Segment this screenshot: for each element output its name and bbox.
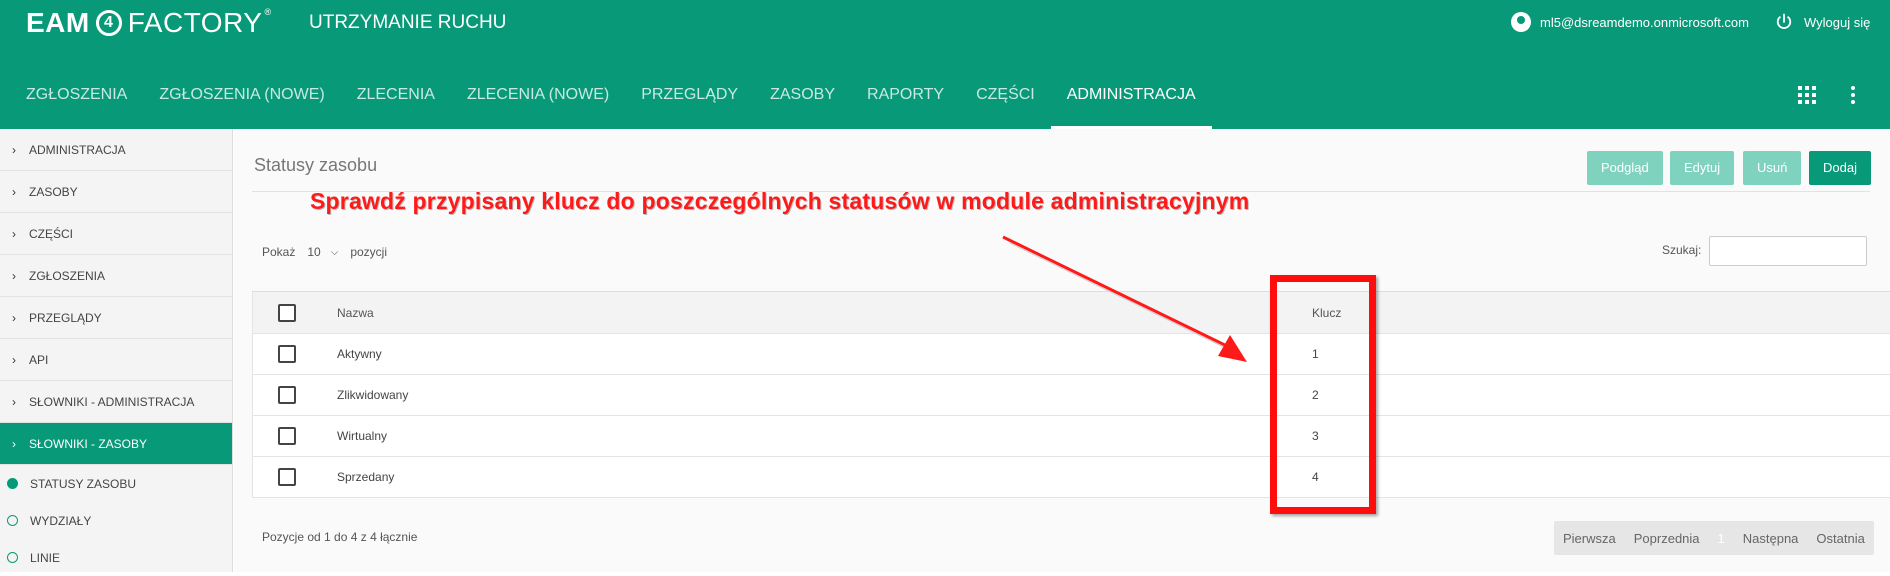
chevron-right-icon: › [12, 310, 16, 325]
main-nav: ZGŁOSZENIA ZGŁOSZENIA (NOWE) ZLECENIA ZL… [0, 72, 1212, 129]
sidebar-item-label: CZĘŚCI [29, 226, 74, 241]
power-icon [1776, 13, 1792, 29]
chevron-right-icon: › [12, 436, 16, 451]
column-header-name[interactable]: Nazwa [337, 306, 374, 320]
logout-button[interactable]: Wyloguj się [1774, 12, 1870, 32]
sidebar-subitem-wydzialy[interactable]: WYDZIAŁY [0, 502, 232, 539]
table-info: Pozycje od 1 do 4 z 4 łącznie [262, 530, 418, 544]
pager-current[interactable]: 1 [1709, 531, 1734, 546]
cell-name: Zlikwidowany [337, 388, 409, 402]
status-table: Nazwa Klucz Aktywny 1 Zlikwidowany 2 Wir… [252, 291, 1890, 498]
table-row[interactable]: Aktywny 1 [252, 334, 1890, 375]
module-title: UTRZYMANIE RUCHU [309, 12, 507, 33]
sidebar-item-label: ZGŁOSZENIA [29, 268, 106, 283]
row-checkbox[interactable] [278, 468, 296, 486]
chevron-right-icon: › [12, 352, 16, 367]
sidebar: › ADMINISTRACJA › ZASOBY › CZĘŚCI › ZGŁO… [0, 129, 233, 572]
sidebar-item-label: PRZEGLĄDY [29, 310, 102, 325]
nav-item-zgloszenia-nowe[interactable]: ZGŁOSZENIA (NOWE) [143, 72, 340, 129]
more-vert-icon[interactable] [1851, 86, 1855, 104]
logo-text-eam: EAM [26, 7, 90, 38]
table-row[interactable]: Wirtualny 3 [252, 416, 1890, 457]
inactive-dot-icon [7, 515, 18, 526]
top-bar: EAM 4 FACTORY ® UTRZYMANIE RUCHU ml5@dsr… [0, 0, 1890, 129]
nav-item-administracja[interactable]: ADMINISTRACJA [1050, 72, 1212, 129]
pagination: Pierwsza Poprzednia 1 Następna Ostatnia [1554, 521, 1874, 555]
user-email: ml5@dsreamdemo.onmicrosoft.com [1540, 14, 1749, 30]
sidebar-subitem-statusy-zasobu[interactable]: STATUSY ZASOBU [0, 465, 232, 502]
page-length-select[interactable]: 10 ⌵ [307, 245, 338, 259]
page-title: Statusy zasobu [254, 155, 378, 175]
user-account[interactable]: ml5@dsreamdemo.onmicrosoft.com [1511, 12, 1749, 32]
pager-next[interactable]: Następna [1734, 531, 1808, 546]
nav-item-czesci[interactable]: CZĘŚCI [960, 72, 1051, 129]
sidebar-item-api[interactable]: › API [0, 339, 232, 381]
add-button[interactable]: Dodaj [1809, 151, 1871, 185]
sidebar-item-slowniki-administracja[interactable]: › SŁOWNIKI - ADMINISTRACJA [0, 381, 232, 423]
chevron-down-icon: ⌵ [330, 246, 339, 258]
table-header-row: Nazwa Klucz [252, 292, 1890, 334]
select-all-checkbox[interactable] [278, 303, 296, 322]
sidebar-subitem-linie[interactable]: LINIE [0, 539, 232, 576]
page-length-control: Pokaż 10 ⌵ pozycji [262, 245, 387, 259]
sidebar-subitem-label: LINIE [30, 550, 61, 565]
nav-item-raporty[interactable]: RAPORTY [851, 72, 960, 129]
page-length-value: 10 [307, 245, 321, 259]
cell-name: Sprzedany [337, 470, 395, 484]
annotation-text: Sprawdź przypisany klucz do poszczególny… [310, 188, 1250, 214]
show-label: Pokaż [262, 245, 296, 259]
sidebar-item-label: ZASOBY [29, 184, 78, 199]
logo-text-factory: FACTORY [127, 7, 263, 38]
sidebar-subitem-label: STATUSY ZASOBU [30, 476, 137, 491]
cell-name: Wirtualny [337, 429, 388, 443]
sidebar-item-zgloszenia[interactable]: › ZGŁOSZENIA [0, 255, 232, 297]
row-checkbox[interactable] [278, 345, 296, 363]
inactive-dot-icon [7, 552, 18, 563]
logo-registered-mark: ® [264, 7, 272, 17]
account-circle-icon [1511, 12, 1531, 32]
sidebar-item-slowniki-zasoby[interactable]: › SŁOWNIKI - ZASOBY [0, 423, 232, 465]
annotation-highlight-box [1270, 275, 1376, 514]
chevron-right-icon: › [12, 268, 16, 283]
cell-name: Aktywny [337, 347, 382, 361]
preview-button[interactable]: Podgląd [1587, 151, 1663, 185]
delete-button[interactable]: Usuń [1743, 151, 1802, 185]
pager-last[interactable]: Ostatnia [1807, 531, 1873, 546]
sidebar-item-czesci[interactable]: › CZĘŚCI [0, 213, 232, 255]
sidebar-item-zasoby[interactable]: › ZASOBY [0, 171, 232, 213]
sidebar-subitem-label: WYDZIAŁY [30, 513, 92, 528]
active-dot-icon [7, 478, 18, 489]
row-checkbox[interactable] [278, 386, 296, 404]
sidebar-item-label: ADMINISTRACJA [29, 142, 126, 157]
pager-first[interactable]: Pierwsza [1554, 531, 1625, 546]
sidebar-item-label: SŁOWNIKI - ZASOBY [29, 436, 148, 451]
nav-item-zlecenia-nowe[interactable]: ZLECENIA (NOWE) [451, 72, 625, 129]
show-suffix: pozycji [350, 245, 387, 259]
table-row[interactable]: Sprzedany 4 [252, 457, 1890, 498]
nav-item-przeglady[interactable]: PRZEGLĄDY [625, 72, 754, 129]
apps-grid-icon[interactable] [1798, 86, 1816, 104]
eam4factory-logo[interactable]: EAM 4 FACTORY ® [26, 5, 272, 41]
sidebar-item-administracja[interactable]: › ADMINISTRACJA [0, 129, 232, 171]
chevron-right-icon: › [12, 226, 16, 241]
nav-item-zasoby[interactable]: ZASOBY [754, 72, 851, 129]
search-input[interactable] [1709, 236, 1867, 266]
nav-item-zlecenia[interactable]: ZLECENIA [341, 72, 451, 129]
table-row[interactable]: Zlikwidowany 2 [252, 375, 1890, 416]
logo-four-circle-icon: 4 [95, 10, 122, 36]
nav-item-zgloszenia[interactable]: ZGŁOSZENIA [0, 72, 143, 129]
sidebar-item-label: API [29, 352, 49, 367]
logout-label: Wyloguj się [1804, 14, 1871, 30]
pager-prev[interactable]: Poprzednia [1625, 531, 1709, 546]
edit-button[interactable]: Edytuj [1670, 151, 1735, 185]
sidebar-item-przeglady[interactable]: › PRZEGLĄDY [0, 297, 232, 339]
chevron-right-icon: › [12, 142, 16, 157]
sidebar-item-label: SŁOWNIKI - ADMINISTRACJA [29, 394, 195, 409]
chevron-right-icon: › [12, 394, 16, 409]
search-label: Szukaj: [1662, 243, 1702, 257]
chevron-right-icon: › [12, 184, 16, 199]
row-checkbox[interactable] [278, 427, 296, 445]
